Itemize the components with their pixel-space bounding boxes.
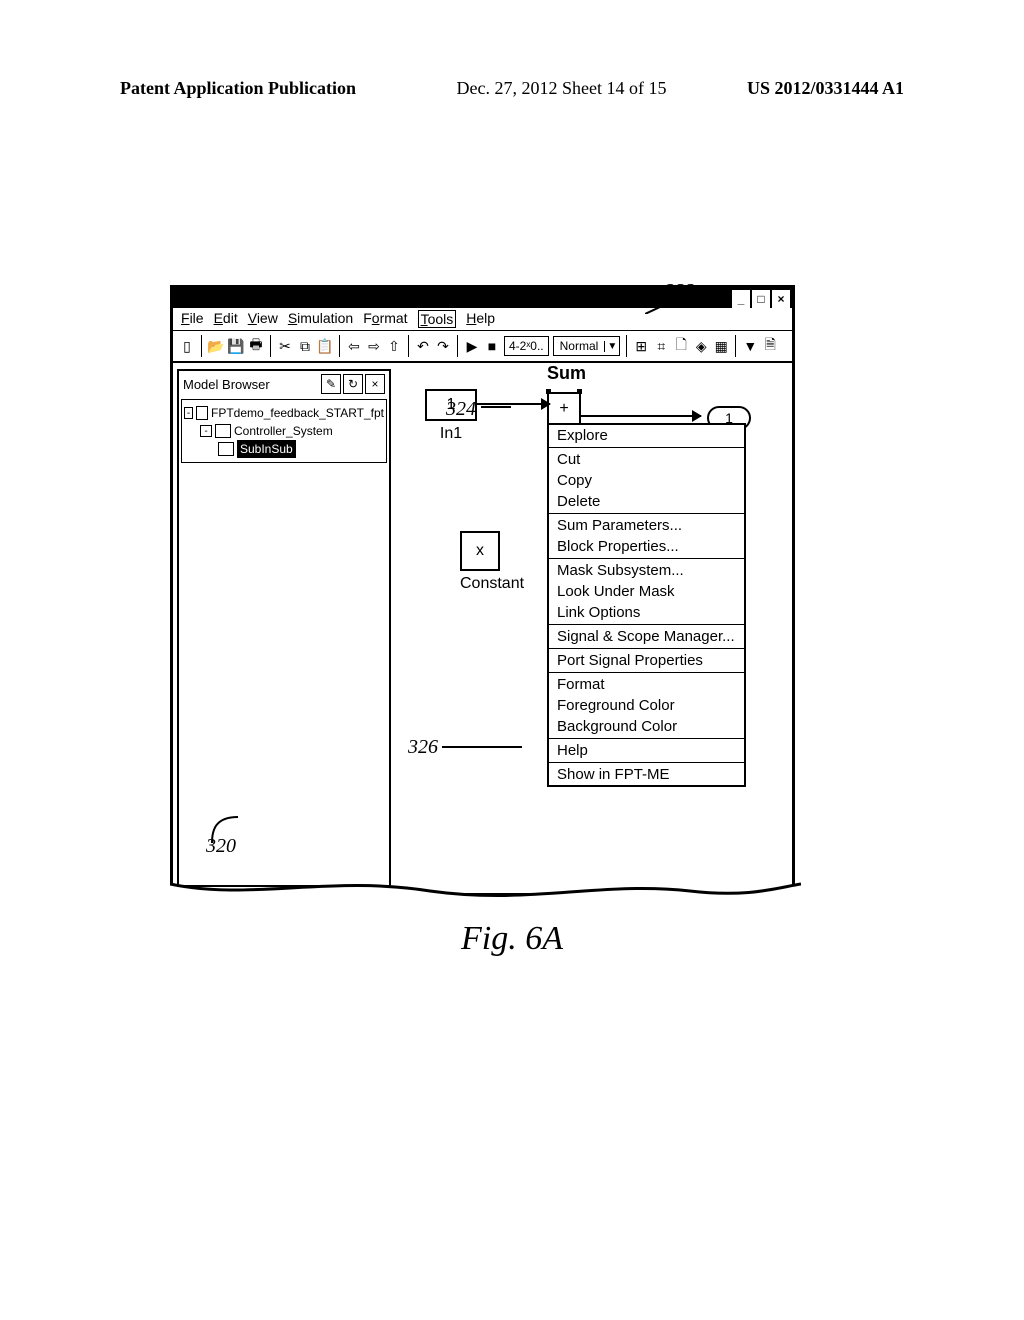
tree-child-2[interactable]: SubInSub <box>184 440 384 458</box>
diagram-canvas[interactable]: 1 In1 x Constant Sum + 1 <box>395 363 792 893</box>
ctx-mask-subsystem[interactable]: Mask Subsystem... <box>549 560 744 581</box>
ctx-link-options[interactable]: Link Options <box>549 602 744 623</box>
ctx-sum-parameters[interactable]: Sum Parameters... <box>549 515 744 536</box>
header-center: Dec. 27, 2012 Sheet 14 of 15 <box>356 78 747 99</box>
subsystem-icon <box>215 424 231 438</box>
figure: _ □ × File Edit View Simulation Format T… <box>170 285 795 896</box>
mode-dropdown[interactable]: Normal ▼ <box>553 336 621 356</box>
tree-root-label: FPTdemo_feedback_START_fpt <box>211 404 384 422</box>
titlebar: _ □ × <box>173 288 792 308</box>
menu-file[interactable]: File <box>181 310 204 328</box>
collapse-icon[interactable]: - <box>200 425 212 437</box>
cut-icon[interactable]: ✂ <box>277 338 293 354</box>
save-icon[interactable]: 💾 <box>228 338 244 354</box>
tree-root[interactable]: - FPTdemo_feedback_START_fpt <box>184 404 384 422</box>
open-icon[interactable]: 📂 <box>208 338 224 354</box>
tree-child1-label: Controller_System <box>234 422 333 440</box>
context-menu: Explore Cut Copy Delete Sum Parameters..… <box>547 423 746 787</box>
sidebar-pencil-icon[interactable]: ✎ <box>321 374 341 394</box>
sum-title: Sum <box>547 363 797 384</box>
subsystem-icon <box>218 442 234 456</box>
ctx-cut[interactable]: Cut <box>549 449 744 470</box>
callout-leader-icon <box>645 300 675 314</box>
tree-child2-label: SubInSub <box>237 440 296 458</box>
menu-edit[interactable]: Edit <box>214 310 238 328</box>
mode-value: Normal <box>554 339 605 353</box>
chevron-down-icon: ▼ <box>604 341 619 352</box>
ctx-foreground-color[interactable]: Foreground Color <box>549 695 744 716</box>
figure-caption: Fig. 6A <box>0 920 1024 958</box>
model-tree: - FPTdemo_feedback_START_fpt - Controlle… <box>181 399 387 463</box>
ctx-show-in-fpt-me[interactable]: Show in FPT-ME <box>549 764 744 785</box>
signal-line <box>475 403 550 405</box>
model-icon <box>196 406 208 420</box>
sidebar-close-icon[interactable]: × <box>365 374 385 394</box>
ctx-signal-scope-manager[interactable]: Signal & Scope Manager... <box>549 626 744 647</box>
menu-format[interactable]: Format <box>363 310 407 328</box>
menubar: File Edit View Simulation Format Tools H… <box>173 308 792 331</box>
header-right: US 2012/0331444 A1 <box>747 78 1024 99</box>
constant-label: Constant <box>460 575 524 593</box>
workspace: Model Browser ✎ ↻ × - FPTdemo_feedback_S… <box>173 363 792 893</box>
undo-icon[interactable]: ↶ <box>415 338 431 354</box>
new-file-icon[interactable]: ▯ <box>179 338 195 354</box>
tool-icon-7[interactable]: 🗎 <box>762 338 778 354</box>
model-browser: Model Browser ✎ ↻ × - FPTdemo_feedback_S… <box>177 369 391 887</box>
ctx-format[interactable]: Format <box>549 674 744 695</box>
close-button[interactable]: × <box>772 290 790 308</box>
callout-leader-icon <box>442 746 522 748</box>
ctx-help[interactable]: Help <box>549 740 744 761</box>
sum-symbol: + <box>559 400 568 418</box>
menu-simulation[interactable]: Simulation <box>288 310 353 328</box>
tool-icon-2[interactable]: ⌗ <box>653 338 669 354</box>
menu-tools[interactable]: Tools <box>418 310 457 328</box>
model-browser-title: Model Browser <box>183 377 319 392</box>
maximize-button[interactable]: □ <box>752 290 770 308</box>
ctx-background-color[interactable]: Background Color <box>549 716 744 737</box>
stop-icon[interactable]: ■ <box>484 338 500 354</box>
copy-icon[interactable]: ⧉ <box>297 338 313 354</box>
sum-block[interactable]: + 1 <box>547 392 581 426</box>
callout-leader-icon <box>210 815 240 845</box>
forward-icon[interactable]: ⇨ <box>366 338 382 354</box>
ctx-explore[interactable]: Explore <box>549 425 744 446</box>
redo-icon[interactable]: ↷ <box>435 338 451 354</box>
step-size-field[interactable]: 4-2ˣ0.. <box>504 336 549 356</box>
tool-icon-4[interactable]: ◈ <box>693 338 709 354</box>
minimize-button[interactable]: _ <box>732 290 750 308</box>
paste-icon[interactable]: 📋 <box>317 338 333 354</box>
tool-icon-5[interactable]: ▦ <box>713 338 729 354</box>
tool-icon-3[interactable]: 🗋 <box>673 338 689 354</box>
app-window: _ □ × File Edit View Simulation Format T… <box>170 285 795 896</box>
in1-label: In1 <box>425 425 477 443</box>
callout-leader-icon <box>481 406 511 408</box>
up-icon[interactable]: ⇧ <box>386 338 402 354</box>
ctx-look-under-mask[interactable]: Look Under Mask <box>549 581 744 602</box>
tool-icon-1[interactable]: ⊞ <box>633 338 649 354</box>
header-left: Patent Application Publication <box>0 78 356 99</box>
sidebar-refresh-icon[interactable]: ↻ <box>343 374 363 394</box>
callout-324: 324 <box>446 398 476 421</box>
signal-line <box>581 415 701 417</box>
torn-edge-icon <box>170 881 801 905</box>
constant-block[interactable]: x Constant <box>460 531 524 593</box>
print-icon[interactable]: 🖶 <box>248 338 264 354</box>
menu-help[interactable]: Help <box>466 310 495 328</box>
tree-child-1[interactable]: - Controller_System <box>184 422 384 440</box>
ctx-delete[interactable]: Delete <box>549 491 744 512</box>
constant-value: x <box>460 531 500 571</box>
ctx-port-signal-properties[interactable]: Port Signal Properties <box>549 650 744 671</box>
ctx-copy[interactable]: Copy <box>549 470 744 491</box>
menu-view[interactable]: View <box>248 310 278 328</box>
toolbar: ▯ 📂 💾 🖶 ✂ ⧉ 📋 ⇦ ⇨ ⇧ ↶ ↷ ▶ ■ 4-2ˣ0.. <box>173 331 792 363</box>
collapse-icon[interactable]: - <box>184 407 193 419</box>
page-header: Patent Application Publication Dec. 27, … <box>0 78 1024 99</box>
play-icon[interactable]: ▶ <box>464 338 480 354</box>
ctx-block-properties[interactable]: Block Properties... <box>549 536 744 557</box>
back-icon[interactable]: ⇦ <box>346 338 362 354</box>
tool-icon-6[interactable]: ▼ <box>742 338 758 354</box>
callout-326: 326 <box>408 736 438 759</box>
